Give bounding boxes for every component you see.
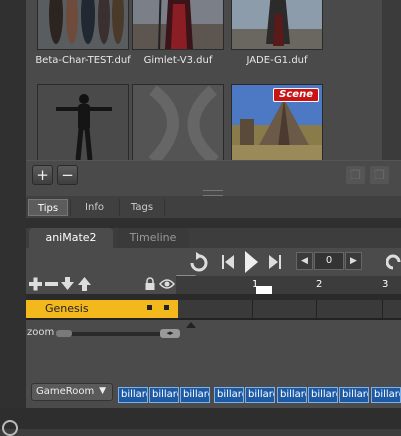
track-keyframe-marker — [164, 305, 169, 310]
aniblock-item[interactable]: billard — [245, 387, 275, 403]
tab-animate2[interactable]: aniMate2 — [29, 228, 113, 248]
corner-circle-icon — [2, 420, 18, 436]
add-block-icon — [29, 277, 42, 291]
frame-field[interactable]: 0 — [314, 252, 344, 270]
library-item-scene[interactable]: Scene — [231, 84, 323, 161]
track-bottom-line — [26, 318, 401, 320]
left-gutter — [0, 0, 26, 429]
aniblock-item[interactable]: billard — [371, 387, 401, 403]
track-grid-line — [252, 300, 253, 320]
frame-next-button[interactable]: ▶ — [345, 252, 362, 270]
block-tools — [29, 277, 91, 291]
move-up-icon — [78, 277, 91, 291]
lock-icon[interactable] — [144, 277, 156, 291]
track-grid-line — [316, 300, 317, 320]
frame-prev-button[interactable]: ◀ — [296, 252, 313, 270]
scene-badge: Scene — [273, 88, 319, 102]
ruler-tick-label: 3 — [382, 279, 389, 290]
room-select[interactable]: GameRoom ▼ — [31, 383, 113, 401]
library-scrollbar[interactable] — [382, 0, 401, 160]
character-group-thumbnail — [38, 0, 128, 49]
zoom-label: zoom — [27, 327, 55, 338]
remove-button[interactable]: − — [57, 165, 78, 185]
zoom-slider-left-cap — [56, 330, 72, 337]
chevron-down-icon: ▼ — [99, 386, 106, 396]
duplicate-icon[interactable]: ❐ — [369, 165, 390, 185]
ruler-tick-label: 2 — [316, 279, 323, 290]
loop-back-icon[interactable] — [386, 252, 401, 272]
placeholder-logo — [133, 85, 223, 160]
remove-block-icon — [45, 282, 58, 286]
figure-thumbnail — [38, 85, 128, 160]
timeline-ruler[interactable] — [176, 276, 401, 294]
tab-tags[interactable]: Tags — [119, 199, 165, 216]
aniblock-item[interactable]: billard — [118, 387, 148, 403]
library-item-figure[interactable] — [37, 84, 129, 161]
content-library-panel: Beta-Char-TEST.duf Gimlet-V3.duf JADE-G1… — [26, 0, 401, 197]
library-item-placeholder[interactable] — [132, 84, 224, 161]
library-item-beta-char-test[interactable] — [37, 0, 129, 50]
zoom-slider-handle[interactable]: ◂▸ — [160, 329, 180, 338]
panel-separator — [26, 218, 401, 228]
add-button[interactable]: + — [32, 165, 53, 185]
room-select-value: GameRoom — [36, 386, 95, 397]
track-label-genesis[interactable]: Genesis — [26, 300, 178, 318]
tab-info[interactable]: Info — [70, 199, 118, 216]
library-item-caption: Beta-Char-TEST.duf — [35, 55, 131, 66]
aniblock-item[interactable]: billard — [149, 387, 179, 403]
current-frame-marker — [256, 286, 272, 294]
status-strip — [0, 408, 401, 429]
track-name: Genesis — [45, 302, 89, 315]
skip-to-start-icon[interactable] — [221, 254, 235, 270]
play-icon[interactable] — [243, 250, 259, 274]
copy-icon[interactable]: ❐ — [345, 165, 366, 185]
skip-to-end-icon[interactable] — [268, 254, 282, 270]
aniblock-item[interactable]: billard — [214, 387, 244, 403]
eye-icon[interactable] — [159, 278, 175, 290]
track-caret-icon — [186, 322, 196, 328]
loop-icon[interactable] — [186, 252, 214, 274]
aniblock-item[interactable]: billard — [180, 387, 210, 403]
tab-tips[interactable]: Tips — [28, 199, 68, 216]
character-thumbnail — [232, 0, 322, 49]
library-item-caption: Gimlet-V3.duf — [143, 55, 213, 66]
track-grid-line — [382, 300, 383, 320]
library-item-jade-g1[interactable] — [231, 0, 323, 50]
library-item-caption: JADE-G1.duf — [246, 55, 308, 66]
aniblock-item[interactable]: billard — [339, 387, 369, 403]
track-timeline-area[interactable] — [178, 300, 401, 318]
character-thumbnail — [133, 0, 223, 49]
aniblock-item[interactable]: billard — [308, 387, 338, 403]
tab-timeline[interactable]: Timeline — [117, 228, 189, 248]
move-down-icon — [61, 277, 74, 290]
track-keyframe-marker — [147, 305, 152, 310]
library-item-gimlet-v3[interactable] — [132, 0, 224, 50]
aniblock-item[interactable]: billard — [277, 387, 307, 403]
